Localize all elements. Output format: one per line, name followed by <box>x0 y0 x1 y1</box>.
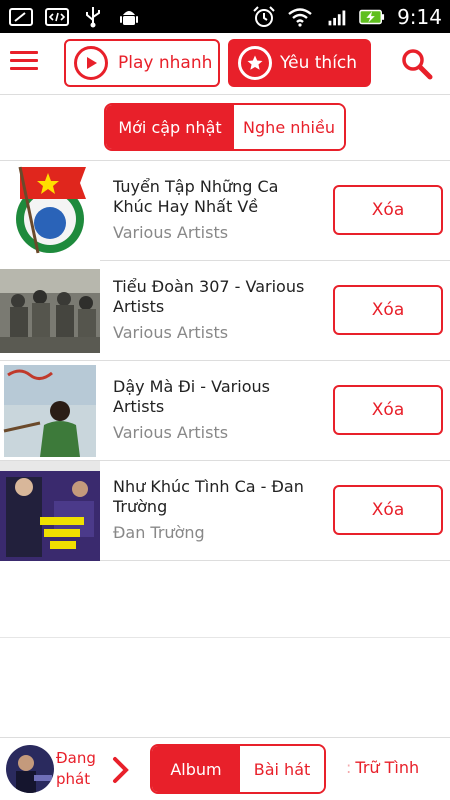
album-cover <box>0 161 100 261</box>
chevron-right-icon[interactable] <box>110 756 132 784</box>
scroll-hint-icon: : <box>346 758 352 777</box>
album-cover <box>0 361 100 461</box>
top-toolbar: Play nhanh Yêu thích <box>0 33 450 95</box>
screenshot-icon <box>8 6 34 28</box>
album-title: Tiểu Đoàn 307 - Various Artists <box>113 277 305 316</box>
favorite-button[interactable]: Yêu thích <box>228 39 371 87</box>
status-right: 9:14 <box>243 5 450 29</box>
album-list: Tuyển Tập Những Ca Khúc Hay Nhất Về Ngày… <box>0 161 450 561</box>
divider <box>0 637 450 638</box>
android-debug-icon <box>116 6 142 28</box>
album-artist: Đan Trường <box>113 523 205 542</box>
usb-icon <box>80 6 106 28</box>
signal-icon <box>323 6 349 28</box>
star-icon <box>238 46 272 80</box>
alarm-icon <box>251 5 277 28</box>
album-artist: Various Artists <box>113 423 229 442</box>
album-cover <box>0 261 100 361</box>
album-artist: Various Artists <box>113 323 229 342</box>
bottom-bar: Đang phát Album Bài hát : Trữ Tình <box>0 737 450 800</box>
battery-charging-icon <box>359 6 385 28</box>
tab-album[interactable]: Album <box>152 746 240 792</box>
album-title: Như Khúc Tình Ca - Đan Trường <box>113 477 304 516</box>
tab-newest[interactable]: Mới cập nhật <box>106 105 234 149</box>
library-tabs: Album Bài hát <box>150 744 326 794</box>
delete-button[interactable]: Xóa <box>333 285 443 335</box>
album-cover <box>0 461 100 561</box>
menu-icon[interactable] <box>10 51 38 77</box>
list-item[interactable]: Dậy Mà Đi - Various Artists Various Arti… <box>0 361 450 461</box>
list-item[interactable]: Tiểu Đoàn 307 - Various Artists Various … <box>0 261 450 361</box>
album-artist: Various Artists <box>113 223 229 242</box>
delete-button[interactable]: Xóa <box>333 185 443 235</box>
now-playing-label[interactable]: Đang phát <box>56 748 108 790</box>
album-title: Dậy Mà Đi - Various Artists <box>113 377 270 416</box>
list-item[interactable]: Tuyển Tập Những Ca Khúc Hay Nhất Về Ngày… <box>0 161 450 261</box>
status-left <box>0 6 150 28</box>
clock-time: 9:14 <box>397 4 442 29</box>
play-quick-label: Play nhanh <box>118 53 213 73</box>
now-playing-cover[interactable] <box>6 745 54 793</box>
delete-button[interactable]: Xóa <box>333 385 443 435</box>
play-quick-button[interactable]: Play nhanh <box>64 39 220 87</box>
status-bar: 9:14 <box>0 0 450 33</box>
tab-songs[interactable]: Bài hát <box>240 746 324 792</box>
tab-most-listened[interactable]: Nghe nhiều <box>234 105 344 149</box>
delete-button[interactable]: Xóa <box>333 485 443 535</box>
play-icon <box>74 46 108 80</box>
search-icon[interactable] <box>400 47 434 81</box>
sort-tabs: Mới cập nhật Nghe nhiều <box>104 103 346 151</box>
genre-tab[interactable]: : Trữ Tình <box>346 758 419 777</box>
favorite-label: Yêu thích <box>280 53 358 73</box>
genre-label: Trữ Tình <box>355 758 420 777</box>
album-title: Tuyển Tập Những Ca Khúc Hay Nhất Về Ngày… <box>113 177 279 216</box>
code-icon <box>44 6 70 28</box>
wifi-icon <box>287 6 313 28</box>
list-item[interactable]: Như Khúc Tình Ca - Đan Trường Đan Trường… <box>0 461 450 561</box>
